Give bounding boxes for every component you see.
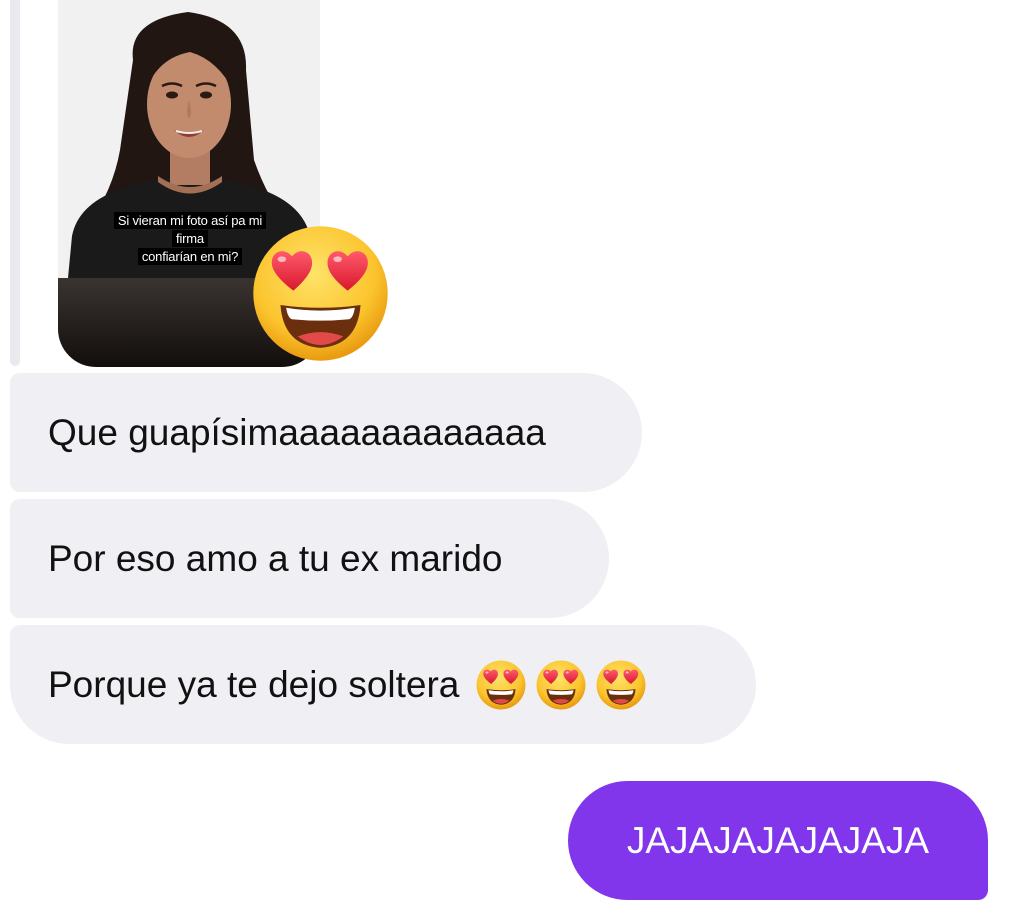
message-text: JAJAJAJAJAJAJA — [626, 819, 930, 861]
reply-indicator-bar — [10, 0, 20, 366]
message-text: Por eso amo a tu ex marido — [48, 537, 503, 579]
message-bubble-incoming-1[interactable]: Que guapísimaaaaaaaaaaaaa — [10, 373, 642, 492]
message-bubble-incoming-2[interactable]: Por eso amo a tu ex marido — [10, 499, 609, 618]
story-caption-line-2: confiarían en mi? — [137, 248, 243, 265]
message-bubble-incoming-3[interactable]: Porque ya te dejo soltera — [10, 625, 756, 744]
heart-eyes-emoji-icon — [595, 659, 647, 711]
heart-eyes-emoji-icon[interactable] — [249, 222, 392, 365]
story-caption-line-1: Si vieran mi foto así pa mi firma — [113, 212, 267, 247]
message-bubble-outgoing[interactable]: JAJAJAJAJAJAJA — [568, 781, 988, 900]
message-text: Que guapísimaaaaaaaaaaaaa — [48, 411, 546, 453]
heart-eyes-emoji-icon — [475, 659, 527, 711]
heart-eyes-emoji-icon — [535, 659, 587, 711]
message-text: Porque ya te dejo soltera — [48, 663, 460, 705]
